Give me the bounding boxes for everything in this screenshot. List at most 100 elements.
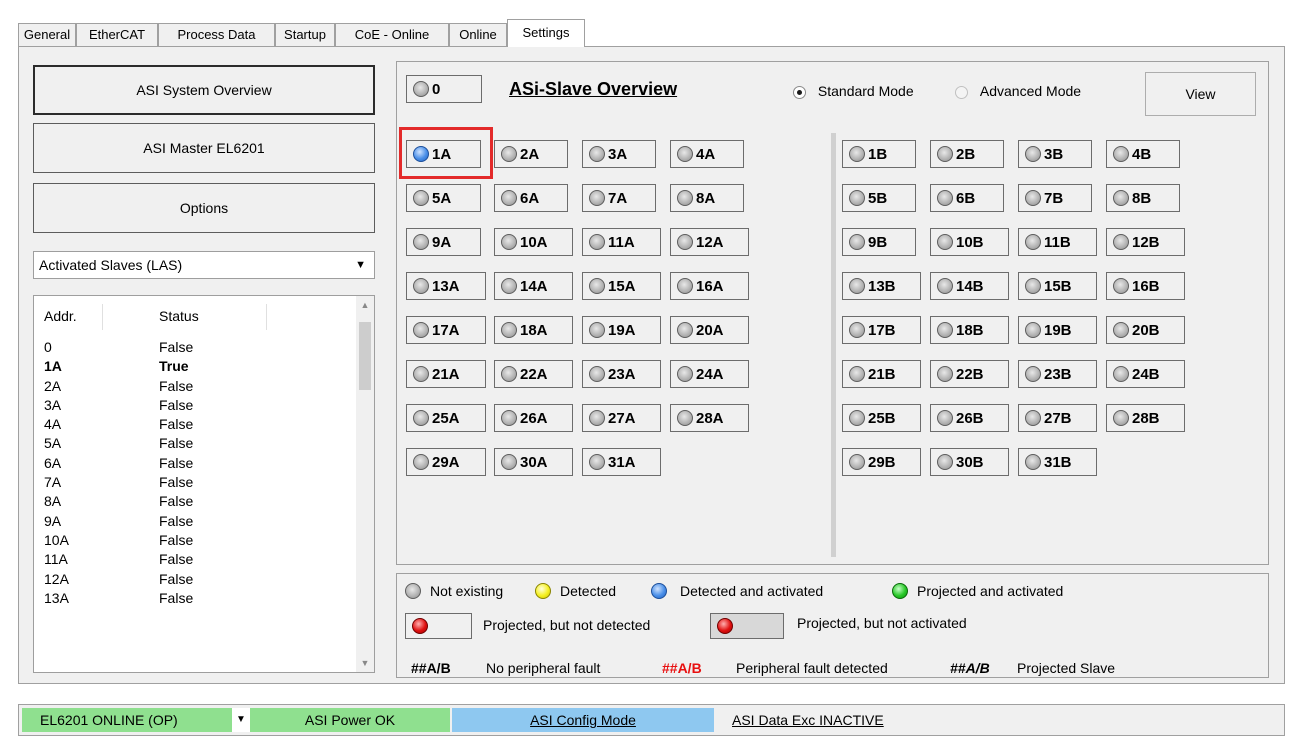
slave-1b-button[interactable]: 1B [842, 140, 916, 168]
slave-24b-button[interactable]: 24B [1106, 360, 1185, 388]
slave-18b-button[interactable]: 18B [930, 316, 1009, 344]
slave-27b-button[interactable]: 27B [1018, 404, 1097, 432]
slave-21b-button[interactable]: 21B [842, 360, 921, 388]
slave-16a-button[interactable]: 16A [670, 272, 749, 300]
list-item[interactable]: 3A False [34, 396, 358, 415]
tab-startup[interactable]: Startup [275, 23, 335, 46]
tab-settings[interactable]: Settings [507, 19, 585, 47]
options-button[interactable]: Options [33, 183, 375, 233]
slave-8a-button[interactable]: 8A [670, 184, 744, 212]
status-dropdown-chevron-icon[interactable]: ▼ [232, 708, 250, 732]
slave-21a-button[interactable]: 21A [406, 360, 486, 388]
slave-3a-button[interactable]: 3A [582, 140, 656, 168]
tab-ethercat[interactable]: EtherCAT [76, 23, 158, 46]
slave-17a-button[interactable]: 17A [406, 316, 486, 344]
slave-29a-button[interactable]: 29A [406, 448, 486, 476]
slave-9b-button[interactable]: 9B [842, 228, 916, 256]
slave-10b-button[interactable]: 10B [930, 228, 1009, 256]
slave-12b-button[interactable]: 12B [1106, 228, 1185, 256]
slave-15a-button[interactable]: 15A [582, 272, 661, 300]
slave-31b-button[interactable]: 31B [1018, 448, 1097, 476]
list-item[interactable]: 7A False [34, 473, 358, 492]
list-item[interactable]: 9A False [34, 512, 358, 531]
slave-26b-button[interactable]: 26B [930, 404, 1009, 432]
slave-22a-button[interactable]: 22A [494, 360, 573, 388]
tab-online[interactable]: Online [449, 23, 507, 46]
list-item[interactable]: 8A False [34, 492, 358, 511]
slave-2b-button[interactable]: 2B [930, 140, 1004, 168]
slave-7b-button[interactable]: 7B [1018, 184, 1092, 212]
slave-28b-button[interactable]: 28B [1106, 404, 1185, 432]
standard-mode-radio[interactable]: Standard Mode [793, 83, 914, 99]
list-item[interactable]: 4A False [34, 415, 358, 434]
slave-3b-button[interactable]: 3B [1018, 140, 1092, 168]
slave-5a-button[interactable]: 5A [406, 184, 481, 212]
slave-14a-button[interactable]: 14A [494, 272, 573, 300]
list-item[interactable]: 12A False [34, 570, 358, 589]
slave-28a-button[interactable]: 28A [670, 404, 749, 432]
slave-27a-button[interactable]: 27A [582, 404, 661, 432]
slave-list-dropdown[interactable]: Activated Slaves (LAS) ▼ [33, 251, 375, 279]
slave-14b-button[interactable]: 14B [930, 272, 1009, 300]
list-item[interactable]: 6A False [34, 454, 358, 473]
asi-system-overview-button[interactable]: ASI System Overview [33, 65, 375, 115]
slave-4b-button[interactable]: 4B [1106, 140, 1180, 168]
list-item[interactable]: 0 False [34, 338, 358, 357]
slave-20a-button[interactable]: 20A [670, 316, 749, 344]
slave-2a-button[interactable]: 2A [494, 140, 568, 168]
list-item[interactable]: 11A False [34, 550, 358, 569]
slave-4a-button[interactable]: 4A [670, 140, 744, 168]
list-scrollbar[interactable]: ▲ ▼ [356, 296, 374, 672]
slave-30b-button[interactable]: 30B [930, 448, 1009, 476]
list-item[interactable]: 13A False [34, 589, 358, 608]
slave-22b-button[interactable]: 22B [930, 360, 1009, 388]
slave-9a-button[interactable]: 9A [406, 228, 481, 256]
column-header-status[interactable]: Status [159, 308, 199, 324]
slave-30a-button[interactable]: 30A [494, 448, 573, 476]
slave-16b-button[interactable]: 16B [1106, 272, 1185, 300]
slave-15b-button[interactable]: 15B [1018, 272, 1097, 300]
slave-13b-button[interactable]: 13B [842, 272, 921, 300]
slave-12a-button[interactable]: 12A [670, 228, 749, 256]
slave-25a-button[interactable]: 25A [406, 404, 486, 432]
slave-6a-button[interactable]: 6A [494, 184, 568, 212]
slave-6b-button[interactable]: 6B [930, 184, 1004, 212]
slave-31a-button[interactable]: 31A [582, 448, 661, 476]
slave-18a-button[interactable]: 18A [494, 316, 573, 344]
asi-master-button[interactable]: ASI Master EL6201 [33, 123, 375, 173]
slave-status-list[interactable]: Addr. Status 0 False 1A True 2A False 3A False 4… [33, 295, 375, 673]
slave-23b-button[interactable]: 23B [1018, 360, 1097, 388]
slave-7a-button[interactable]: 7A [582, 184, 656, 212]
slave-8b-button[interactable]: 8B [1106, 184, 1180, 212]
column-header-addr[interactable]: Addr. [44, 308, 77, 324]
slave-19a-button[interactable]: 19A [582, 316, 661, 344]
slave-13a-button[interactable]: 13A [406, 272, 486, 300]
advanced-mode-radio[interactable]: Advanced Mode [955, 83, 1081, 99]
list-item[interactable]: 2A False [34, 377, 358, 396]
slave-26a-button[interactable]: 26A [494, 404, 573, 432]
slave-5b-button[interactable]: 5B [842, 184, 916, 212]
status-config-mode[interactable]: ASI Config Mode [452, 708, 714, 732]
list-item[interactable]: 1A True [34, 357, 358, 376]
slave-24a-button[interactable]: 24A [670, 360, 749, 388]
tab-general[interactable]: General [18, 23, 76, 46]
slave-17b-button[interactable]: 17B [842, 316, 921, 344]
status-data-exchange[interactable]: ASI Data Exc INACTIVE [732, 708, 982, 732]
slave-23a-button[interactable]: 23A [582, 360, 661, 388]
tab-coe-online[interactable]: CoE - Online [335, 23, 449, 46]
slave-20b-button[interactable]: 20B [1106, 316, 1185, 344]
tab-process-data[interactable]: Process Data [158, 23, 275, 46]
scroll-thumb[interactable] [359, 322, 371, 390]
scroll-down-icon[interactable]: ▼ [356, 654, 374, 672]
slave-11a-button[interactable]: 11A [582, 228, 661, 256]
slave-10a-button[interactable]: 10A [494, 228, 573, 256]
view-button[interactable]: View [1145, 72, 1256, 116]
slave-19b-button[interactable]: 19B [1018, 316, 1097, 344]
list-item[interactable]: 5A False [34, 434, 358, 453]
slave-29b-button[interactable]: 29B [842, 448, 921, 476]
slave-11b-button[interactable]: 11B [1018, 228, 1097, 256]
slave-25b-button[interactable]: 25B [842, 404, 921, 432]
list-item[interactable]: 10A False [34, 531, 358, 550]
slave-0-button[interactable]: 0 [406, 75, 482, 103]
scroll-up-icon[interactable]: ▲ [356, 296, 374, 314]
